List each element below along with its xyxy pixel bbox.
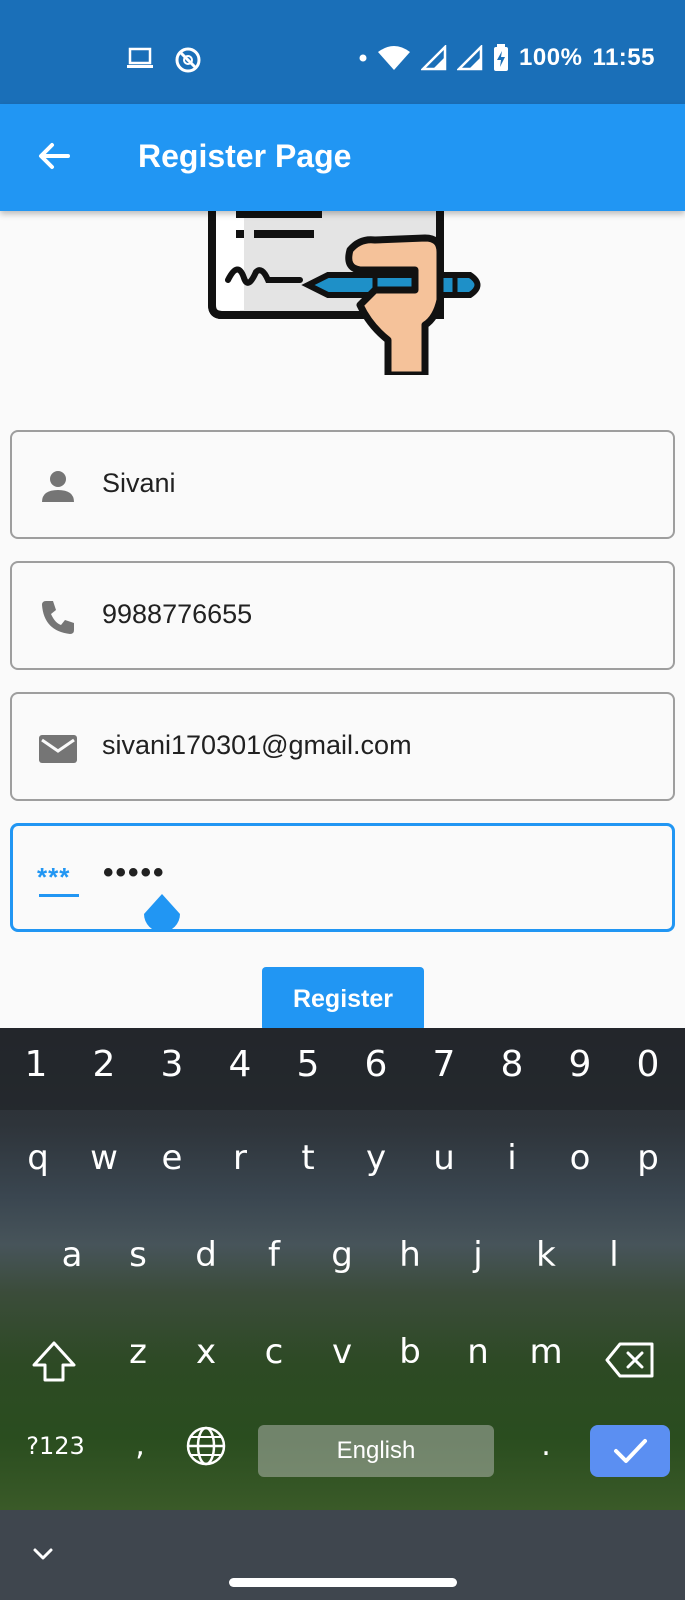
sync-off-icon	[175, 47, 201, 73]
key-9[interactable]: 9	[546, 1044, 614, 1085]
signal-icon	[421, 45, 447, 71]
email-field[interactable]: sivani170301@gmail.com	[10, 692, 675, 801]
app-bar: Register Page	[0, 104, 685, 211]
key-5[interactable]: 5	[274, 1044, 342, 1085]
key-l[interactable]: l	[580, 1235, 648, 1275]
email-icon	[39, 735, 77, 763]
symbols-key[interactable]: ?123	[18, 1432, 93, 1460]
key-q[interactable]: q	[4, 1138, 72, 1178]
arrow-back-icon[interactable]	[34, 136, 74, 176]
name-field[interactable]: Sivani	[10, 430, 675, 539]
person-icon	[42, 471, 74, 502]
phone-value: 9988776655	[102, 599, 253, 629]
key-n[interactable]: n	[444, 1332, 512, 1372]
key-u[interactable]: u	[410, 1138, 478, 1178]
signal-icon	[457, 45, 483, 71]
key-g[interactable]: g	[308, 1235, 376, 1275]
key-s[interactable]: s	[104, 1235, 172, 1275]
key-j[interactable]: j	[444, 1235, 512, 1275]
key-x[interactable]: x	[172, 1332, 240, 1372]
key-t[interactable]: t	[274, 1138, 342, 1178]
key-o[interactable]: o	[546, 1138, 614, 1178]
key-i[interactable]: i	[478, 1138, 546, 1178]
key-4[interactable]: 4	[206, 1044, 274, 1085]
password-icon: ***	[37, 862, 71, 892]
page-title: Register Page	[138, 138, 352, 174]
key-p[interactable]: p	[614, 1138, 682, 1178]
space-key[interactable]: English	[258, 1425, 494, 1477]
password-icon-underline	[39, 894, 79, 897]
soft-keyboard: 1 2 3 4 5 6 7 8 9 0 q w e r t y u i o p …	[0, 1028, 685, 1510]
key-y[interactable]: y	[342, 1138, 410, 1178]
check-icon	[614, 1439, 647, 1463]
chevron-down-icon[interactable]	[30, 1544, 56, 1564]
enter-key[interactable]	[590, 1425, 670, 1477]
globe-icon[interactable]	[184, 1424, 228, 1468]
key-f[interactable]: f	[240, 1235, 308, 1275]
key-2[interactable]: 2	[70, 1044, 138, 1085]
key-m[interactable]: m	[512, 1332, 580, 1372]
phone-field[interactable]: 9988776655	[10, 561, 675, 670]
key-r[interactable]: r	[206, 1138, 274, 1178]
key-d[interactable]: d	[172, 1235, 240, 1275]
comma-key[interactable]: ,	[120, 1428, 160, 1463]
battery-percentage: 100%	[519, 44, 583, 71]
key-v[interactable]: v	[308, 1332, 376, 1372]
key-7[interactable]: 7	[410, 1044, 478, 1085]
key-8[interactable]: 8	[478, 1044, 546, 1085]
key-z[interactable]: z	[104, 1332, 172, 1372]
key-a[interactable]: a	[38, 1235, 106, 1275]
key-w[interactable]: w	[70, 1138, 138, 1178]
backspace-key-icon[interactable]	[604, 1340, 656, 1380]
key-0[interactable]: 0	[614, 1044, 682, 1085]
phone-icon	[42, 601, 74, 634]
key-3[interactable]: 3	[138, 1044, 206, 1085]
key-h[interactable]: h	[376, 1235, 444, 1275]
email-value: sivani170301@gmail.com	[102, 730, 412, 760]
dot-icon	[359, 54, 367, 62]
password-field[interactable]: *** •••••	[10, 823, 675, 932]
signing-document-illustration	[208, 200, 481, 375]
period-key[interactable]: .	[526, 1428, 566, 1463]
key-1[interactable]: 1	[2, 1044, 70, 1085]
navigation-bar	[0, 1510, 685, 1600]
wifi-icon	[378, 46, 411, 70]
password-value: •••••	[103, 856, 166, 889]
key-e[interactable]: e	[138, 1138, 206, 1178]
key-c[interactable]: c	[240, 1332, 308, 1372]
home-indicator[interactable]	[229, 1578, 457, 1587]
key-b[interactable]: b	[376, 1332, 444, 1372]
key-6[interactable]: 6	[342, 1044, 410, 1085]
key-k[interactable]: k	[512, 1235, 580, 1275]
battery-charging-icon	[494, 44, 509, 71]
register-button[interactable]: Register	[262, 967, 424, 1031]
status-bar: 100% 11:55	[0, 0, 685, 104]
clock: 11:55	[592, 44, 655, 71]
text-cursor-handle[interactable]	[141, 892, 183, 938]
shift-key-icon[interactable]	[30, 1338, 78, 1386]
name-value: Sivani	[102, 468, 176, 498]
laptop-icon	[127, 47, 153, 68]
